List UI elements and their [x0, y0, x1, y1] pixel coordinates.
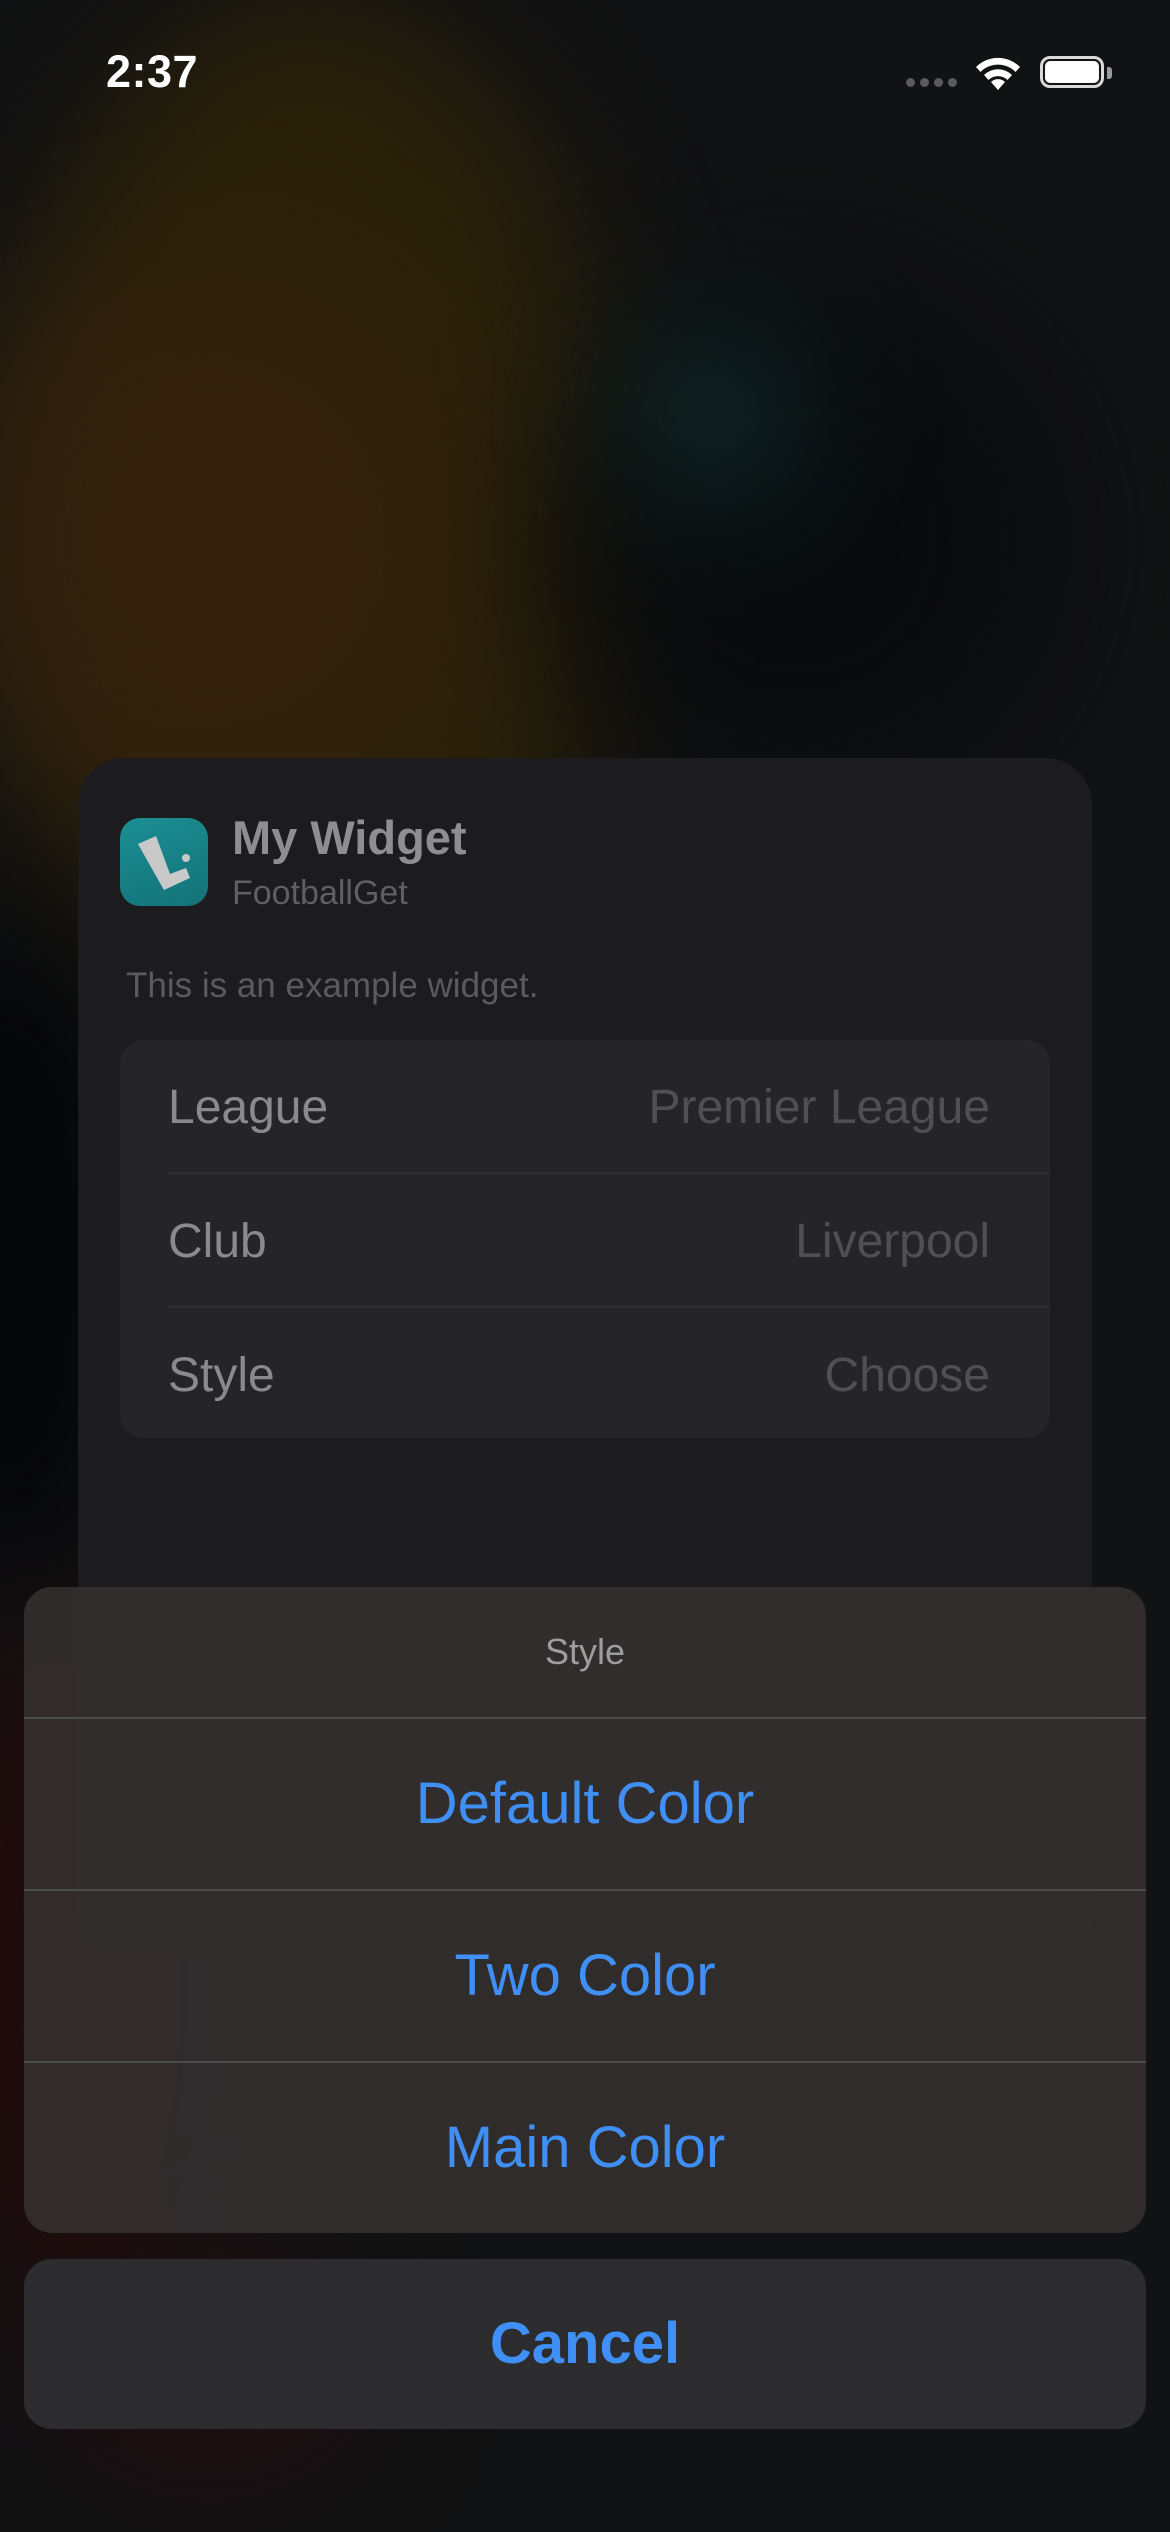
option-default-color[interactable]: Default Color [24, 1719, 1146, 1889]
setting-label: League [168, 1081, 329, 1134]
setting-value: Premier League [648, 1081, 990, 1134]
style-action-sheet: Style Default Color Two Color Main Color [24, 1587, 1146, 2233]
football-app-icon [120, 818, 208, 906]
widget-description: This is an example widget. [126, 966, 539, 1005]
setting-row-style[interactable]: Style Choose [120, 1308, 1050, 1438]
widget-settings-list: League Premier League Club Liverpool Sty… [120, 1040, 1050, 1438]
setting-label: Club [168, 1215, 267, 1268]
action-sheet-title: Style [544, 1631, 626, 1672]
screen: 2:37 My Widget FootballGet This is an ex… [0, 0, 1170, 2532]
setting-label: Style [168, 1349, 275, 1402]
status-time: 2:37 [106, 46, 199, 97]
setting-value: Liverpool [795, 1215, 990, 1268]
battery-icon [1040, 56, 1114, 92]
cancel-button[interactable]: Cancel [24, 2259, 1146, 2429]
option-two-color[interactable]: Two Color [24, 1891, 1146, 2061]
wifi-icon [972, 54, 1024, 94]
setting-row-league[interactable]: League Premier League [120, 1040, 1050, 1172]
status-bar: 2:37 [0, 0, 1170, 140]
widget-app-name: FootballGet [232, 874, 408, 912]
setting-value: Choose [824, 1349, 990, 1402]
cellular-signal-icon [906, 78, 958, 90]
widget-title: My Widget [232, 811, 467, 864]
setting-row-club[interactable]: Club Liverpool [120, 1174, 1050, 1306]
option-main-color[interactable]: Main Color [24, 2063, 1146, 2233]
